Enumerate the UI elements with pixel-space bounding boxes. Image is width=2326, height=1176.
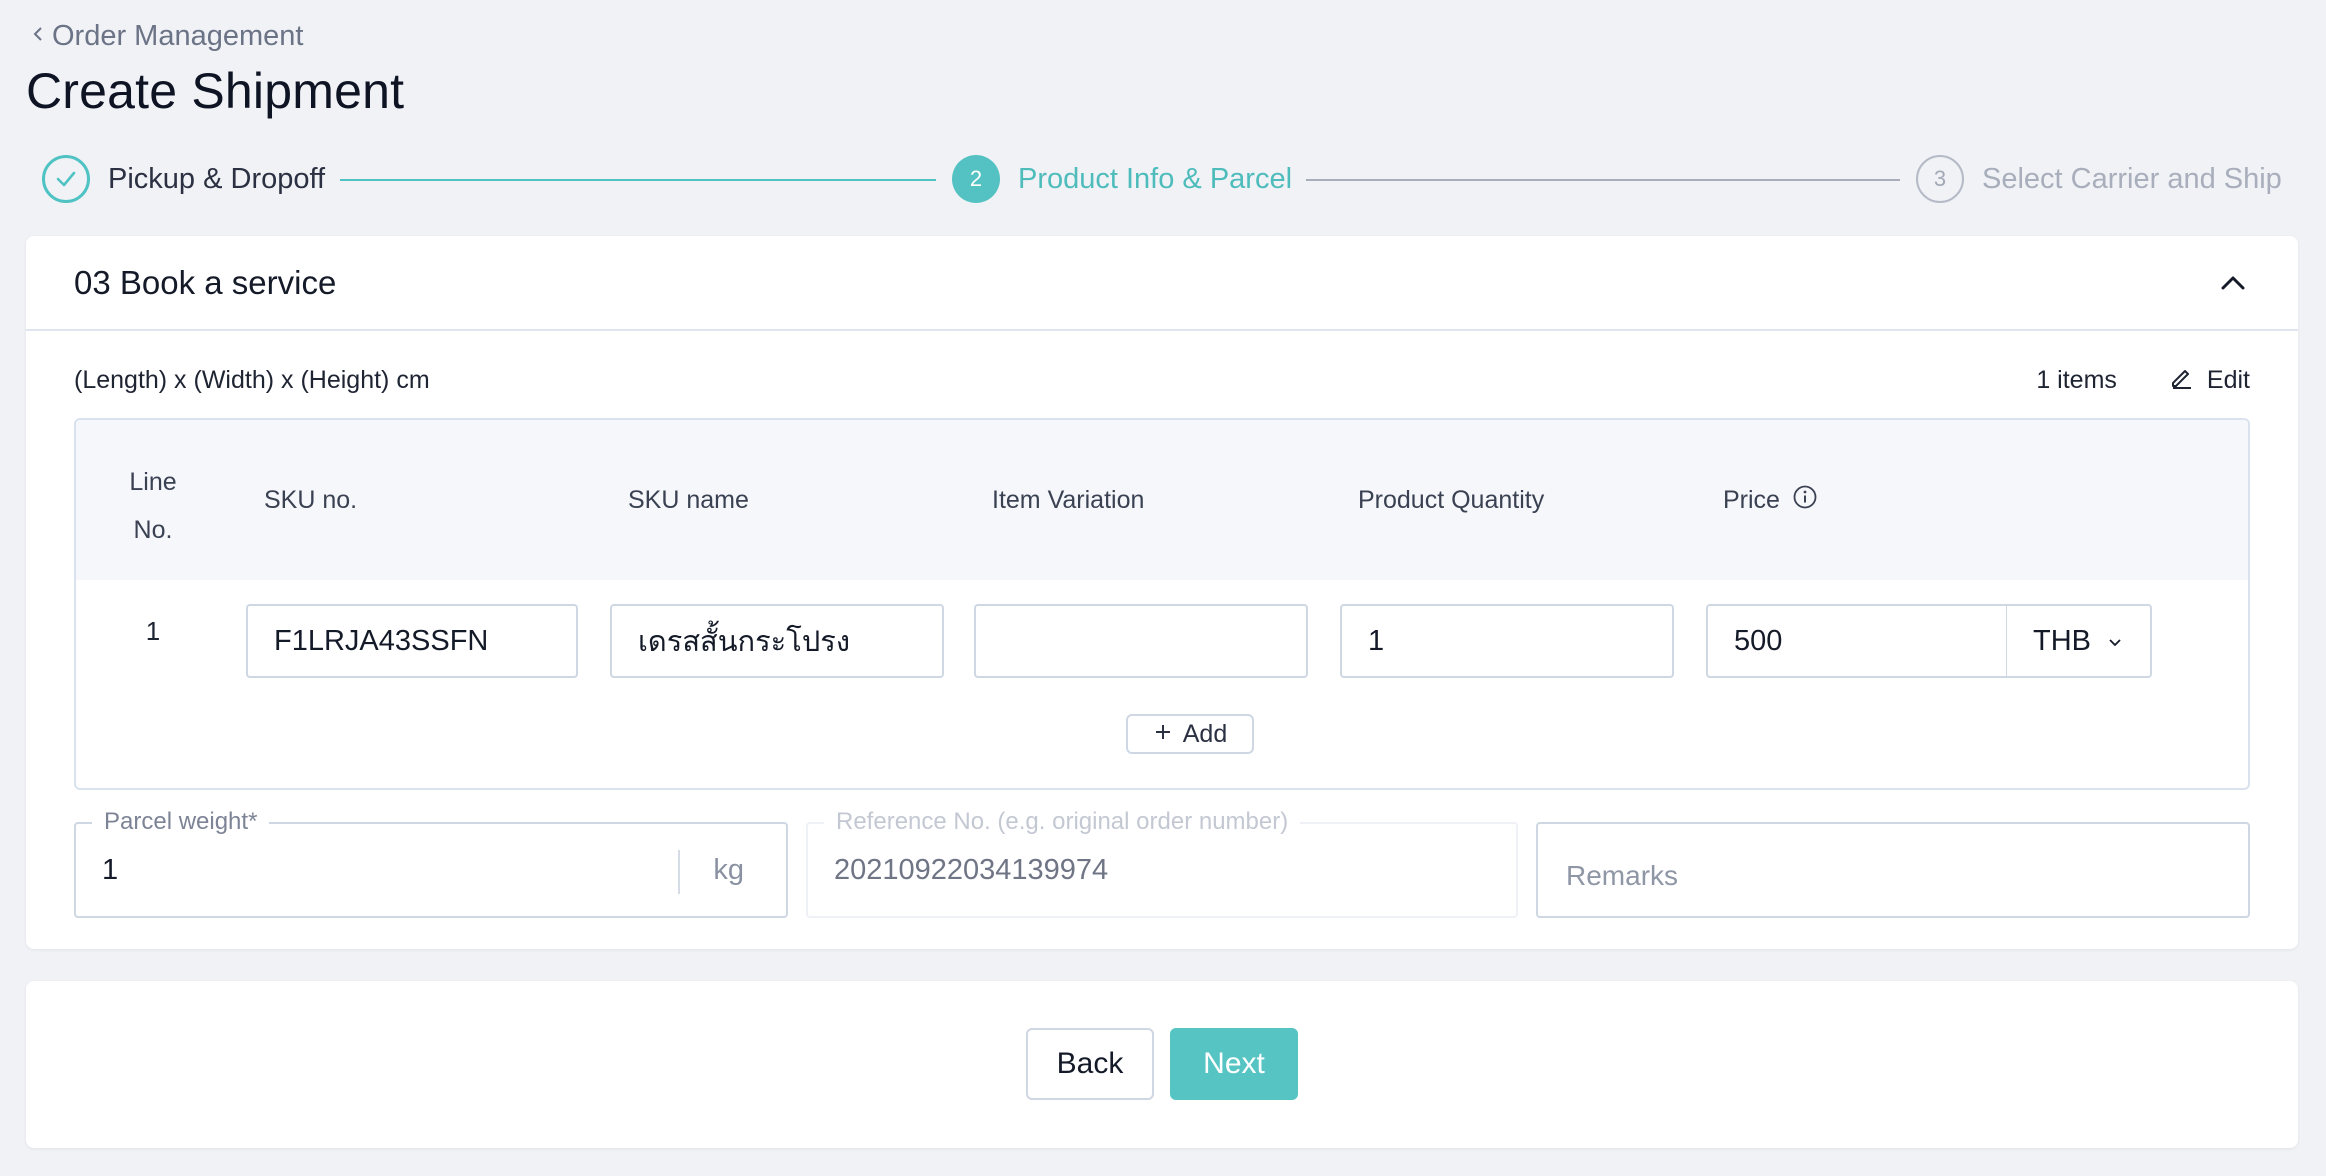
remarks-field[interactable]: Remarks xyxy=(1536,822,2250,918)
card-header[interactable]: 03 Book a service xyxy=(26,236,2298,331)
check-icon xyxy=(42,155,90,203)
step-number: 3 xyxy=(1916,155,1964,203)
breadcrumb-label: Order Management xyxy=(52,20,304,52)
section-title: 03 Book a service xyxy=(74,263,337,301)
step-connector xyxy=(340,179,936,181)
footer-actions: Back Next xyxy=(26,981,2298,1148)
currency-select[interactable]: THB xyxy=(2006,604,2152,678)
edit-button[interactable]: Edit xyxy=(2169,364,2250,397)
add-label: Add xyxy=(1182,719,1228,748)
back-button[interactable]: Back xyxy=(1026,1028,1154,1100)
parcel-weight-field[interactable]: Parcel weight* 1 kg xyxy=(74,808,788,918)
pencil-icon xyxy=(2169,364,2195,397)
column-header-sku-no: SKU no. xyxy=(264,486,358,514)
chevron-up-icon[interactable] xyxy=(2216,266,2250,300)
currency-value: THB xyxy=(2033,624,2091,657)
step-select-carrier[interactable]: 3 Select Carrier and Ship xyxy=(1916,155,2282,203)
step-connector xyxy=(1306,179,1900,181)
reference-no-field: Reference No. (e.g. original order numbe… xyxy=(806,808,1518,918)
price-header-label: Price xyxy=(1723,486,1780,514)
step-number: 2 xyxy=(952,155,1000,203)
step-label: Select Carrier and Ship xyxy=(1982,162,2282,195)
dimensions-label: (Length) x (Width) x (Height) cm xyxy=(74,366,430,394)
edit-label: Edit xyxy=(2206,366,2250,394)
step-pickup-dropoff[interactable]: Pickup & Dropoff xyxy=(42,155,325,203)
sku-name-input[interactable]: เดรสสั้นกระโปรง xyxy=(610,604,944,678)
price-input[interactable]: 500 xyxy=(1706,604,2008,678)
breadcrumb[interactable]: Order Management xyxy=(30,20,303,53)
weight-unit: kg xyxy=(713,854,744,886)
item-variation-input[interactable] xyxy=(974,604,1308,678)
column-header-item-variation: Item Variation xyxy=(992,486,1145,514)
plus-icon xyxy=(1153,720,1173,749)
line-number: 1 xyxy=(145,616,161,646)
next-button[interactable]: Next xyxy=(1170,1028,1298,1100)
column-header-sku-name: SKU name xyxy=(628,486,749,514)
step-label: Pickup & Dropoff xyxy=(108,162,326,195)
book-service-card: 03 Book a service (Length) x (Width) x (… xyxy=(26,236,2298,949)
table-header: Line No. SKU no. SKU name Item Variation… xyxy=(76,420,2248,580)
column-header-line-no: Line No. xyxy=(129,468,177,544)
stepper: Pickup & Dropoff 2 Product Info & Parcel… xyxy=(42,155,2282,207)
parcel-weight-value: 1 xyxy=(102,854,119,886)
info-icon[interactable] xyxy=(1792,484,1818,517)
unit-divider xyxy=(678,850,680,894)
chevron-left-icon xyxy=(30,20,46,53)
product-quantity-input[interactable]: 1 xyxy=(1340,604,1674,678)
step-product-info[interactable]: 2 Product Info & Parcel xyxy=(952,155,1292,203)
add-item-button[interactable]: Add xyxy=(1126,714,1254,754)
items-count: 1 items xyxy=(2036,366,2117,394)
page-title: Create Shipment xyxy=(26,63,405,119)
remarks-placeholder: Remarks xyxy=(1566,860,1679,891)
column-header-product-quantity: Product Quantity xyxy=(1358,486,1545,514)
dimensions-row: (Length) x (Width) x (Height) cm 1 items… xyxy=(74,364,2250,397)
chevron-down-icon xyxy=(2107,625,2123,658)
items-table: Line No. SKU no. SKU name Item Variation… xyxy=(74,418,2250,790)
parcel-weight-label: Parcel weight* xyxy=(92,808,270,836)
sku-no-input[interactable]: F1LRJA43SSFN xyxy=(246,604,578,678)
column-header-price: Price xyxy=(1723,484,1818,517)
reference-no-label: Reference No. (e.g. original order numbe… xyxy=(824,808,1301,836)
reference-no-value: 20210922034139974 xyxy=(834,854,1109,886)
step-label: Product Info & Parcel xyxy=(1018,162,1293,195)
